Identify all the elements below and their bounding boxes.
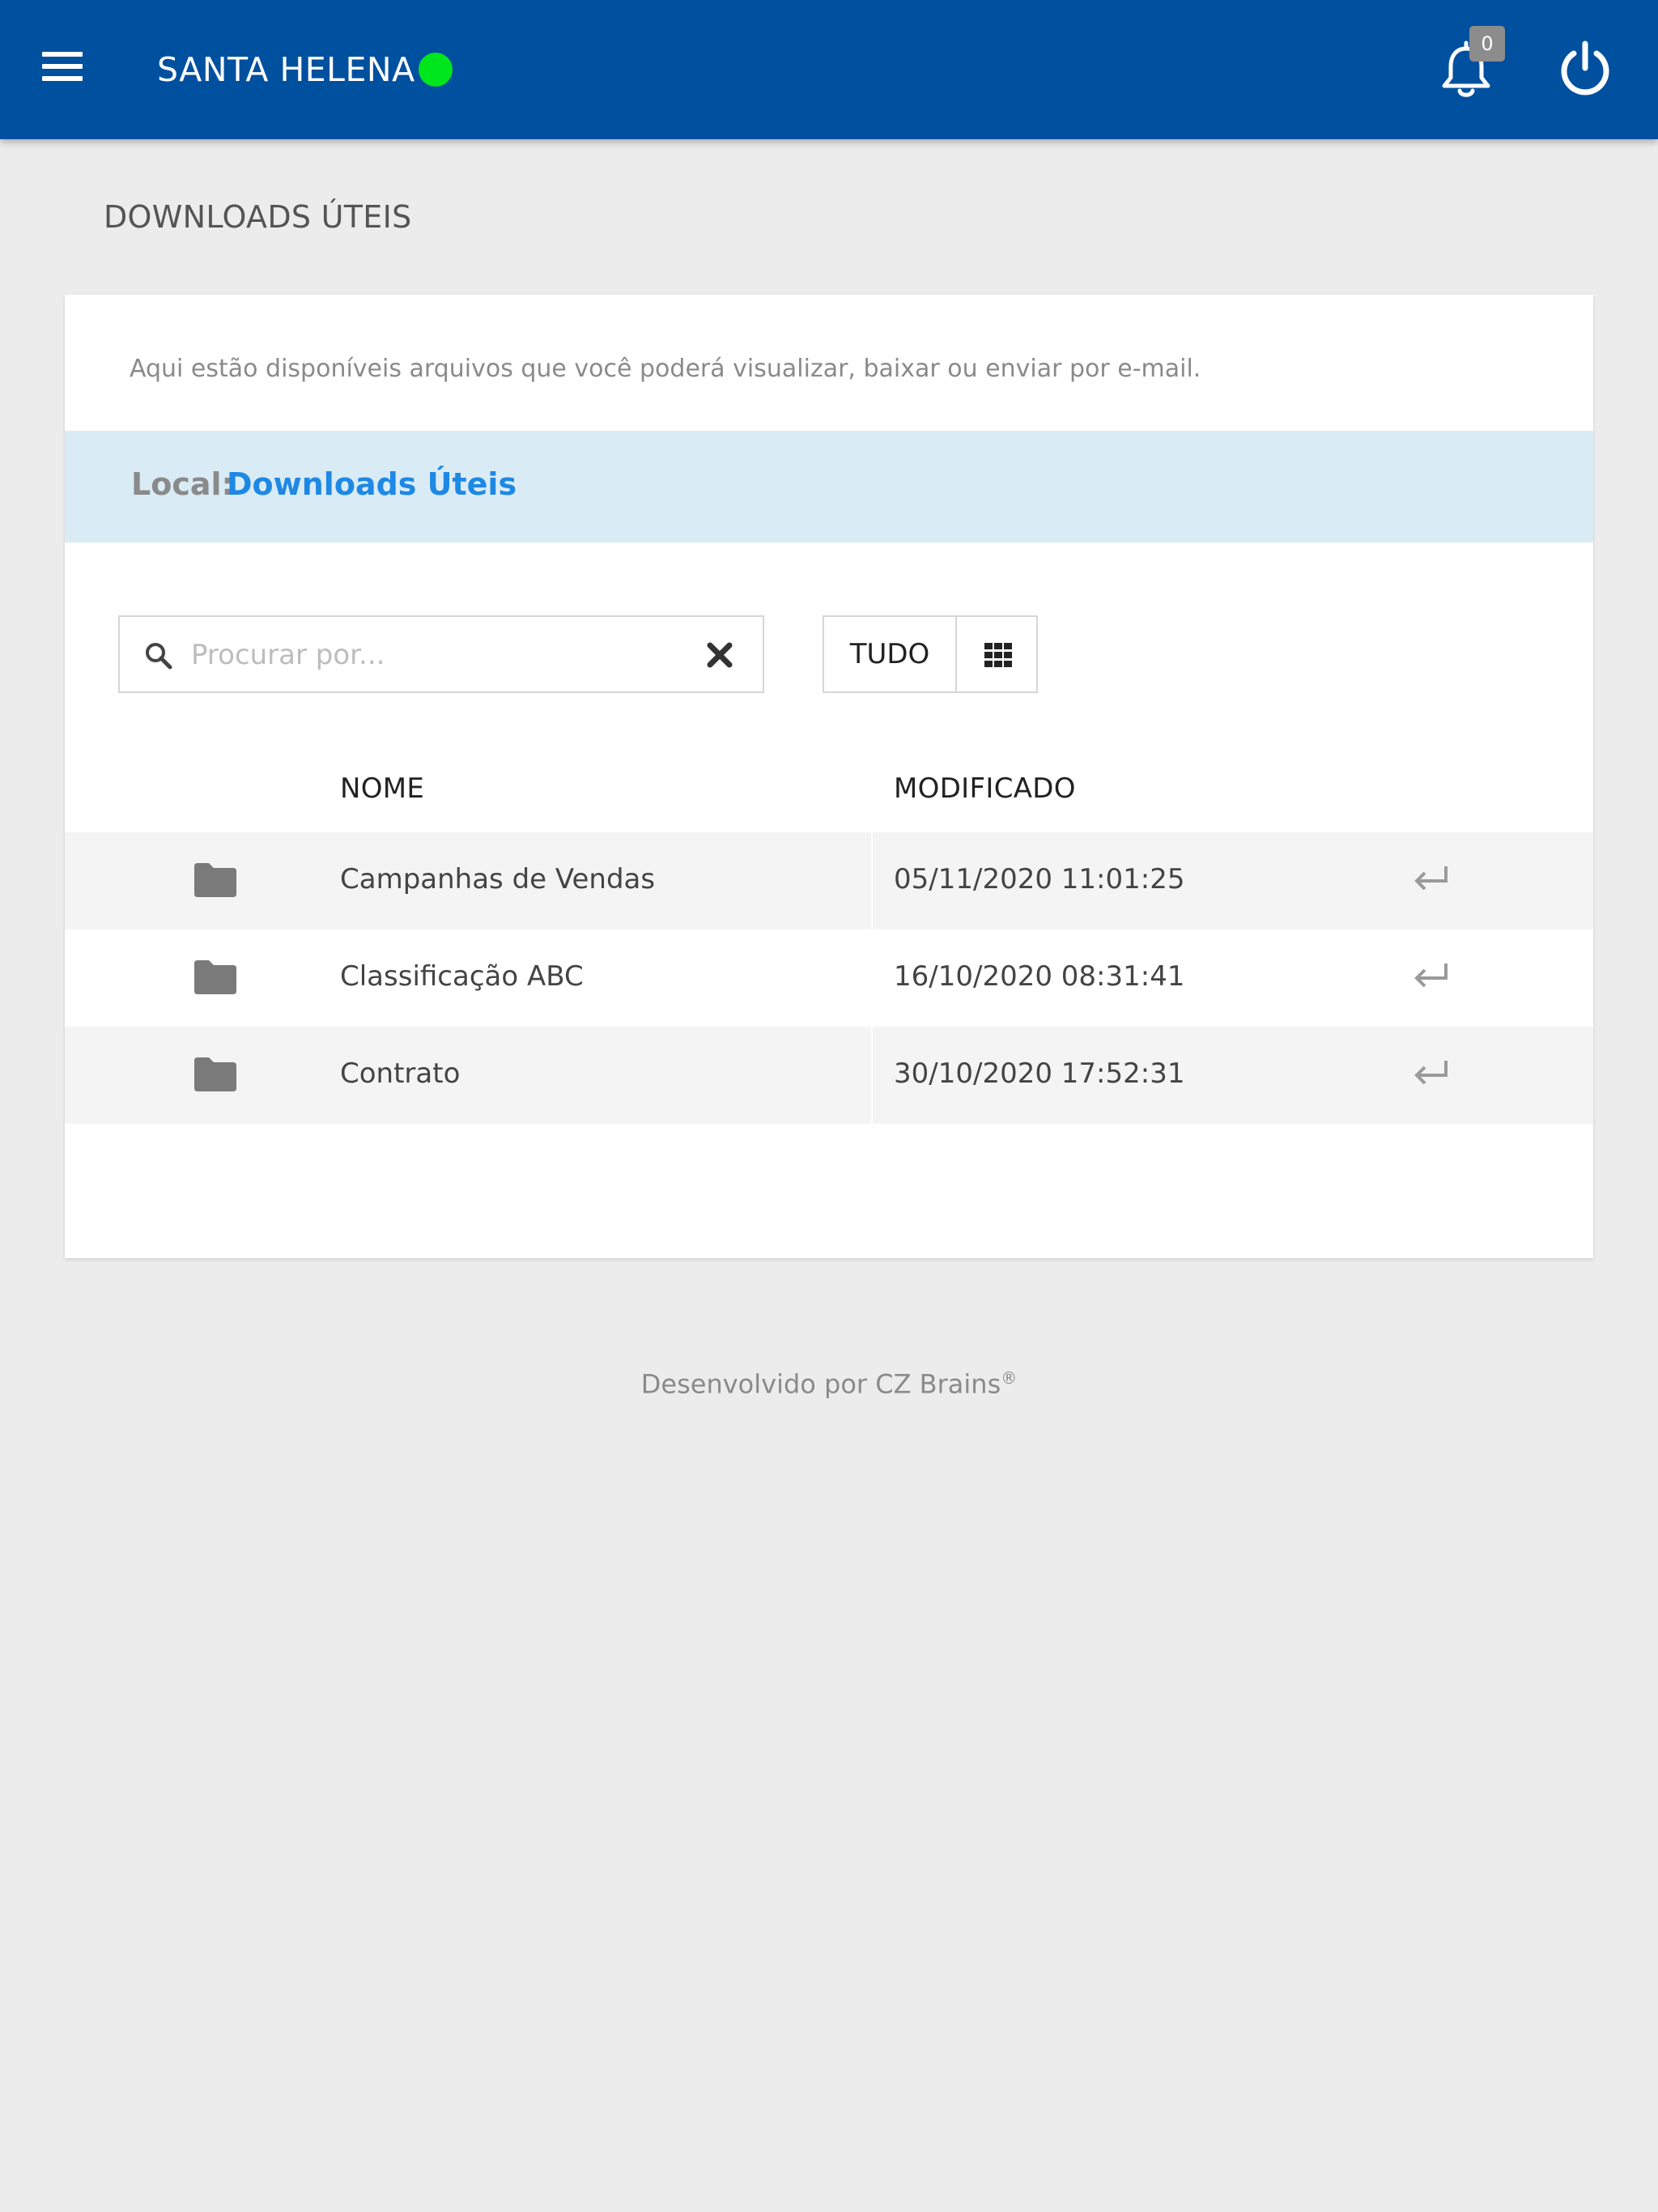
- menu-icon-line: [42, 76, 83, 81]
- row-name: Campanhas de Vendas: [340, 863, 656, 895]
- search-box: [118, 615, 764, 693]
- menu-icon-line: [42, 64, 83, 69]
- registered-mark: ®: [1001, 1368, 1018, 1388]
- footer-credit: Desenvolvido por CZ Brains®: [0, 1368, 1658, 1400]
- menu-button[interactable]: [36, 47, 89, 92]
- row-modified: 05/11/2020 11:01:25: [894, 863, 1185, 895]
- downloads-card: Aqui estão disponíveis arquivos que você…: [65, 295, 1593, 1258]
- column-header-modified[interactable]: MODIFICADO: [894, 772, 1076, 805]
- table-row[interactable]: Campanhas de Vendas 05/11/2020 11:01:25: [65, 832, 1593, 929]
- intro-text: Aqui estão disponíveis arquivos que você…: [130, 355, 1201, 383]
- location-label: Local:: [131, 466, 234, 502]
- folder-icon: [194, 1057, 236, 1091]
- logout-button[interactable]: [1556, 39, 1614, 99]
- online-status-indicator: [419, 53, 453, 87]
- enter-icon[interactable]: [1410, 1057, 1451, 1090]
- location-link[interactable]: Downloads Úteis: [227, 466, 517, 502]
- folder-icon: [194, 863, 236, 897]
- row-name: Contrato: [340, 1057, 461, 1090]
- search-input[interactable]: [189, 628, 678, 682]
- column-divider: [871, 1027, 873, 1124]
- close-icon[interactable]: [706, 641, 733, 669]
- notification-count-badge: 0: [1469, 26, 1505, 62]
- row-name: Classificação ABC: [340, 960, 584, 993]
- filter-all-button[interactable]: TUDO: [823, 615, 957, 693]
- table-row[interactable]: Classificação ABC 16/10/2020 08:31:41: [65, 929, 1593, 1027]
- row-modified: 16/10/2020 08:31:41: [894, 960, 1185, 993]
- column-divider: [871, 832, 873, 929]
- search-icon: [146, 643, 172, 670]
- top-app-bar: SANTA HELENA 0: [0, 0, 1658, 139]
- row-modified: 30/10/2020 17:52:31: [894, 1057, 1185, 1090]
- power-icon: [1561, 40, 1609, 96]
- grid-view-button[interactable]: [955, 615, 1038, 693]
- column-header-name[interactable]: NOME: [340, 772, 424, 805]
- grid-icon: [984, 643, 1012, 667]
- menu-icon-line: [42, 52, 83, 57]
- footer-text: Desenvolvido por CZ Brains: [640, 1368, 1001, 1400]
- table-row[interactable]: Contrato 30/10/2020 17:52:31: [65, 1027, 1593, 1124]
- enter-icon[interactable]: [1410, 863, 1451, 895]
- page-title: DOWNLOADS ÚTEIS: [104, 199, 412, 235]
- breadcrumb: Local: Downloads Úteis: [65, 431, 1593, 542]
- app-name: SANTA HELENA: [157, 50, 415, 89]
- enter-icon[interactable]: [1410, 960, 1451, 993]
- folder-icon: [194, 960, 236, 994]
